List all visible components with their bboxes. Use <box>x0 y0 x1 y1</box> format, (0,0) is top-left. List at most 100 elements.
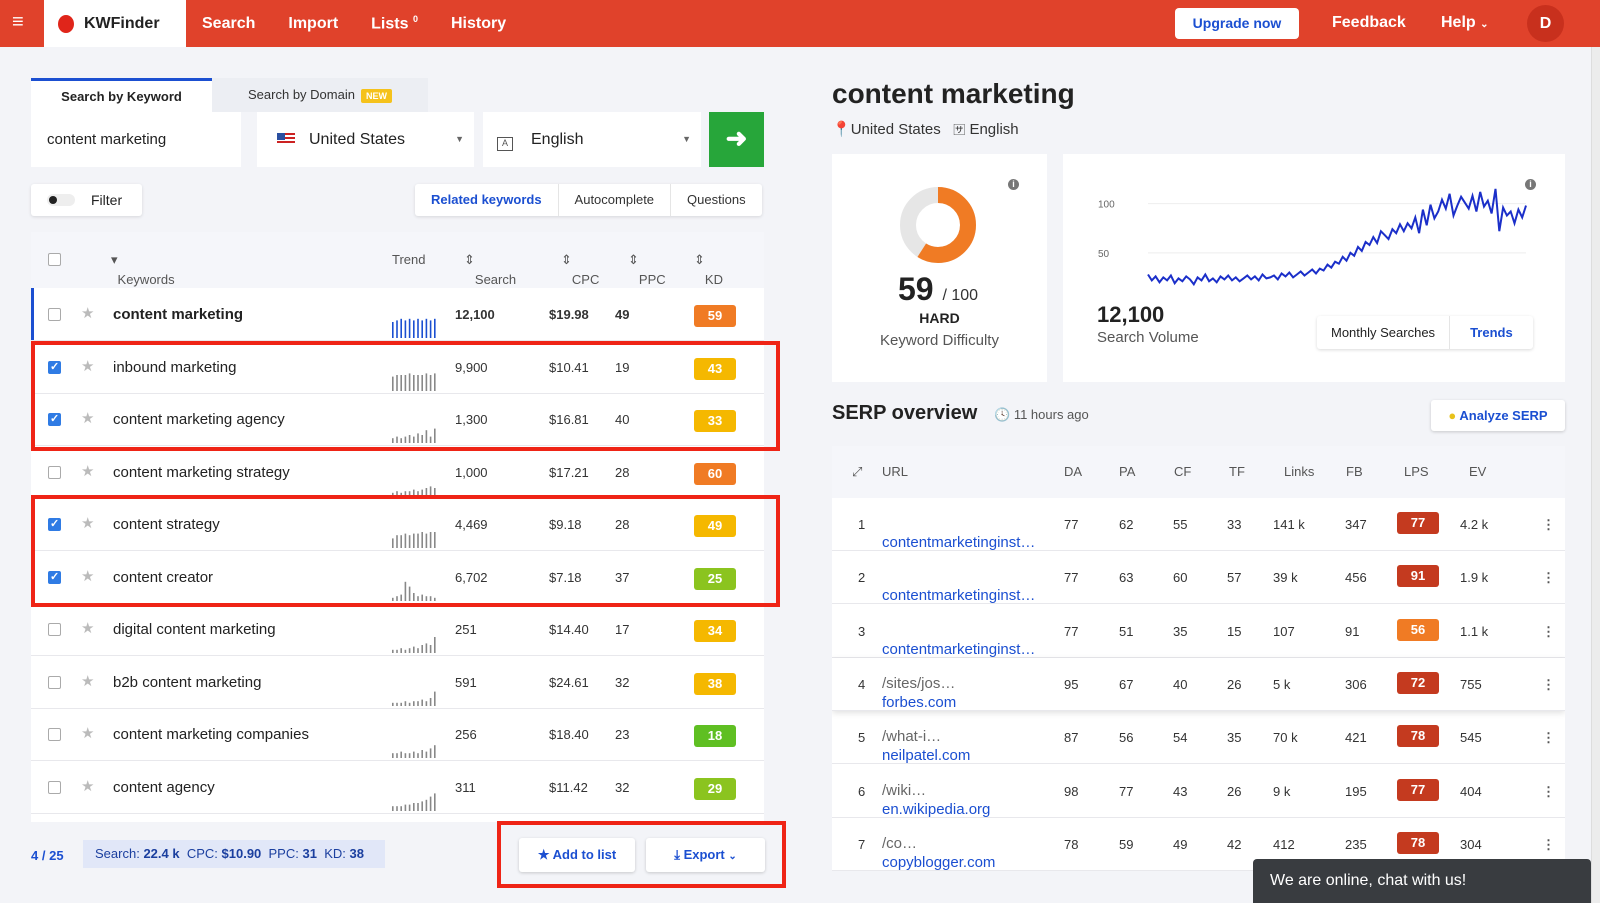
star-icon[interactable]: ★ <box>81 672 94 690</box>
table-row[interactable]: ★ content marketing 12,100 $19.98 49 59 <box>31 288 764 341</box>
trend-bar <box>392 805 394 811</box>
col-tf: TF <box>1229 464 1245 479</box>
avatar[interactable]: D <box>1527 5 1564 42</box>
trend-bar <box>417 802 419 811</box>
serp-row[interactable]: 4 forbes.com/sites/jos… 95 67 40 26 5 k 306 72 75… <box>832 658 1565 711</box>
lps-badge: 77 <box>1397 778 1439 801</box>
lps-badge: 72 <box>1397 671 1439 694</box>
add-to-list-button[interactable]: ★ Add to list <box>519 838 635 872</box>
filter-toggle[interactable]: Filter <box>31 184 142 216</box>
tab-monthly-searches[interactable]: Monthly Searches <box>1317 316 1451 349</box>
trend-bar <box>392 753 394 758</box>
trend-bar <box>408 318 411 338</box>
language-select[interactable]: A English ▼ <box>483 112 701 167</box>
help-label: Help <box>1441 14 1476 31</box>
nav-import[interactable]: Import <box>288 15 338 33</box>
serp-row[interactable]: 6 en.wikipedia.org/wiki… 98 77 43 26 9 k 195 77 4… <box>832 765 1565 818</box>
tab-questions[interactable]: Questions <box>671 184 762 216</box>
star-icon[interactable]: ★ <box>81 304 94 322</box>
feedback-link[interactable]: Feedback <box>1332 14 1406 32</box>
row-checkbox[interactable] <box>48 675 61 689</box>
chat-widget[interactable]: We are online, chat with us! <box>1253 859 1591 903</box>
select-all-checkbox[interactable] <box>48 253 61 266</box>
keyword-text[interactable]: content marketing companies <box>113 726 309 743</box>
nav-history[interactable]: History <box>451 15 506 33</box>
total-count: / 25 <box>41 848 64 863</box>
row-checkbox[interactable] <box>48 623 61 636</box>
brand-logo[interactable]: KWFinder <box>44 0 186 47</box>
tab-trends[interactable]: Trends <box>1450 316 1533 349</box>
table-row[interactable]: ★ digital content marketing 251 $14.40 17 34 <box>31 603 764 656</box>
trend-bar <box>413 751 415 758</box>
serp-url-link[interactable]: forbes.com/sites/jos… <box>882 675 956 711</box>
more-options-icon[interactable]: ⋮ <box>1542 517 1555 533</box>
keyword-text[interactable]: content marketing strategy <box>113 464 290 481</box>
more-options-icon[interactable]: ⋮ <box>1542 837 1555 853</box>
tab-autocomplete[interactable]: Autocomplete <box>559 184 672 216</box>
cell-ppc: 32 <box>615 779 630 795</box>
cell-ppc: 32 <box>615 674 630 690</box>
country-select[interactable]: United States ▼ <box>257 112 474 167</box>
star-icon[interactable]: ★ <box>81 462 94 480</box>
nav-lists[interactable]: Lists 0 <box>371 14 418 33</box>
serp-url-link[interactable]: en.wikipedia.org/wiki… <box>882 782 990 818</box>
page-scrollbar[interactable] <box>1591 47 1600 903</box>
serp-row[interactable]: 3 contentmarketinginst… 77 51 35 15 107 91 56 1.1… <box>832 605 1565 658</box>
analyze-serp-button[interactable]: ● Analyze SERP <box>1431 400 1565 431</box>
col-ppc[interactable]: ⇕ PPC <box>628 252 666 287</box>
serp-url-link[interactable]: neilpatel.com/what-i… <box>882 728 970 764</box>
nav-search[interactable]: Search <box>202 15 255 33</box>
more-options-icon[interactable]: ⋮ <box>1542 624 1555 640</box>
cell-tf: 42 <box>1227 836 1242 852</box>
export-button[interactable]: ⤓ Export ⌄ <box>646 838 765 872</box>
serp-row[interactable]: 2 contentmarketinginst… 77 63 60 57 39 k 456 91 1… <box>832 551 1565 605</box>
table-row[interactable]: ★ content marketing companies 256 $18.40 23 1… <box>31 708 764 761</box>
col-cpc[interactable]: ⇕ CPC <box>561 252 599 287</box>
kd-badge: 29 <box>694 777 736 800</box>
row-checkbox[interactable] <box>48 308 61 321</box>
table-row[interactable]: ★ b2b content marketing 591 $24.61 32 38 <box>31 656 764 709</box>
star-icon[interactable]: ★ <box>81 619 94 637</box>
trend-bar <box>413 320 415 338</box>
table-row[interactable]: ★ content agency 311 $11.42 32 29 <box>31 761 764 814</box>
col-keywords[interactable]: ▾ Keywords <box>111 252 175 287</box>
more-options-icon[interactable]: ⋮ <box>1542 570 1555 586</box>
trend-bar <box>400 648 402 653</box>
search-submit-button[interactable]: ➜ <box>709 112 764 167</box>
row-checkbox[interactable] <box>48 465 61 479</box>
credit-coin-icon: ● <box>1448 408 1457 423</box>
col-url: URL <box>882 464 909 479</box>
serp-row[interactable]: 1 contentmarketinginst… 77 62 55 33 141 k 347 77… <box>832 498 1565 551</box>
table-row[interactable]: ★ content marketing strategy 1,000 $17.21 28… <box>31 446 764 499</box>
lps-badge: 91 <box>1397 565 1439 588</box>
row-checkbox[interactable] <box>48 780 61 794</box>
star-icon[interactable]: ★ <box>81 777 94 795</box>
star-icon[interactable]: ★ <box>81 724 94 742</box>
trend-bar <box>392 649 394 653</box>
info-icon[interactable]: i <box>1008 179 1019 190</box>
tab-search-by-keyword[interactable]: Search by Keyword <box>31 78 212 112</box>
more-options-icon[interactable]: ⋮ <box>1542 730 1555 746</box>
more-options-icon[interactable]: ⋮ <box>1542 784 1555 800</box>
serp-url-link[interactable]: copyblogger.com/co… <box>882 835 995 871</box>
tab-related-keywords[interactable]: Related keywords <box>415 184 559 216</box>
keyword-input[interactable]: content marketing <box>31 112 241 167</box>
col-search[interactable]: ⇕ Search <box>464 252 516 287</box>
toggle-switch[interactable] <box>47 194 75 206</box>
col-kd[interactable]: ⇕ KD <box>694 252 723 287</box>
cell-pa: 59 <box>1119 836 1134 852</box>
more-options-icon[interactable]: ⋮ <box>1542 677 1555 693</box>
upgrade-button[interactable]: Upgrade now <box>1175 8 1299 39</box>
trend-bar <box>408 702 411 706</box>
keyword-text[interactable]: b2b content marketing <box>113 674 261 691</box>
row-checkbox[interactable] <box>48 728 61 741</box>
expand-icon[interactable]: ⤢ <box>852 464 862 480</box>
keyword-text[interactable]: digital content marketing <box>113 621 276 638</box>
keyword-text[interactable]: content marketing <box>113 306 243 323</box>
help-menu[interactable]: Help ⌄ <box>1441 14 1489 32</box>
keyword-text[interactable]: content agency <box>113 779 215 796</box>
menu-icon[interactable]: ≡ <box>12 12 32 32</box>
kd-label: Keyword Difficulty <box>880 332 999 349</box>
serp-row[interactable]: 5 neilpatel.com/what-i… 87 56 54 35 70 k 421 78 5… <box>832 711 1565 765</box>
tab-search-by-domain[interactable]: Search by Domain NEW <box>212 78 428 112</box>
